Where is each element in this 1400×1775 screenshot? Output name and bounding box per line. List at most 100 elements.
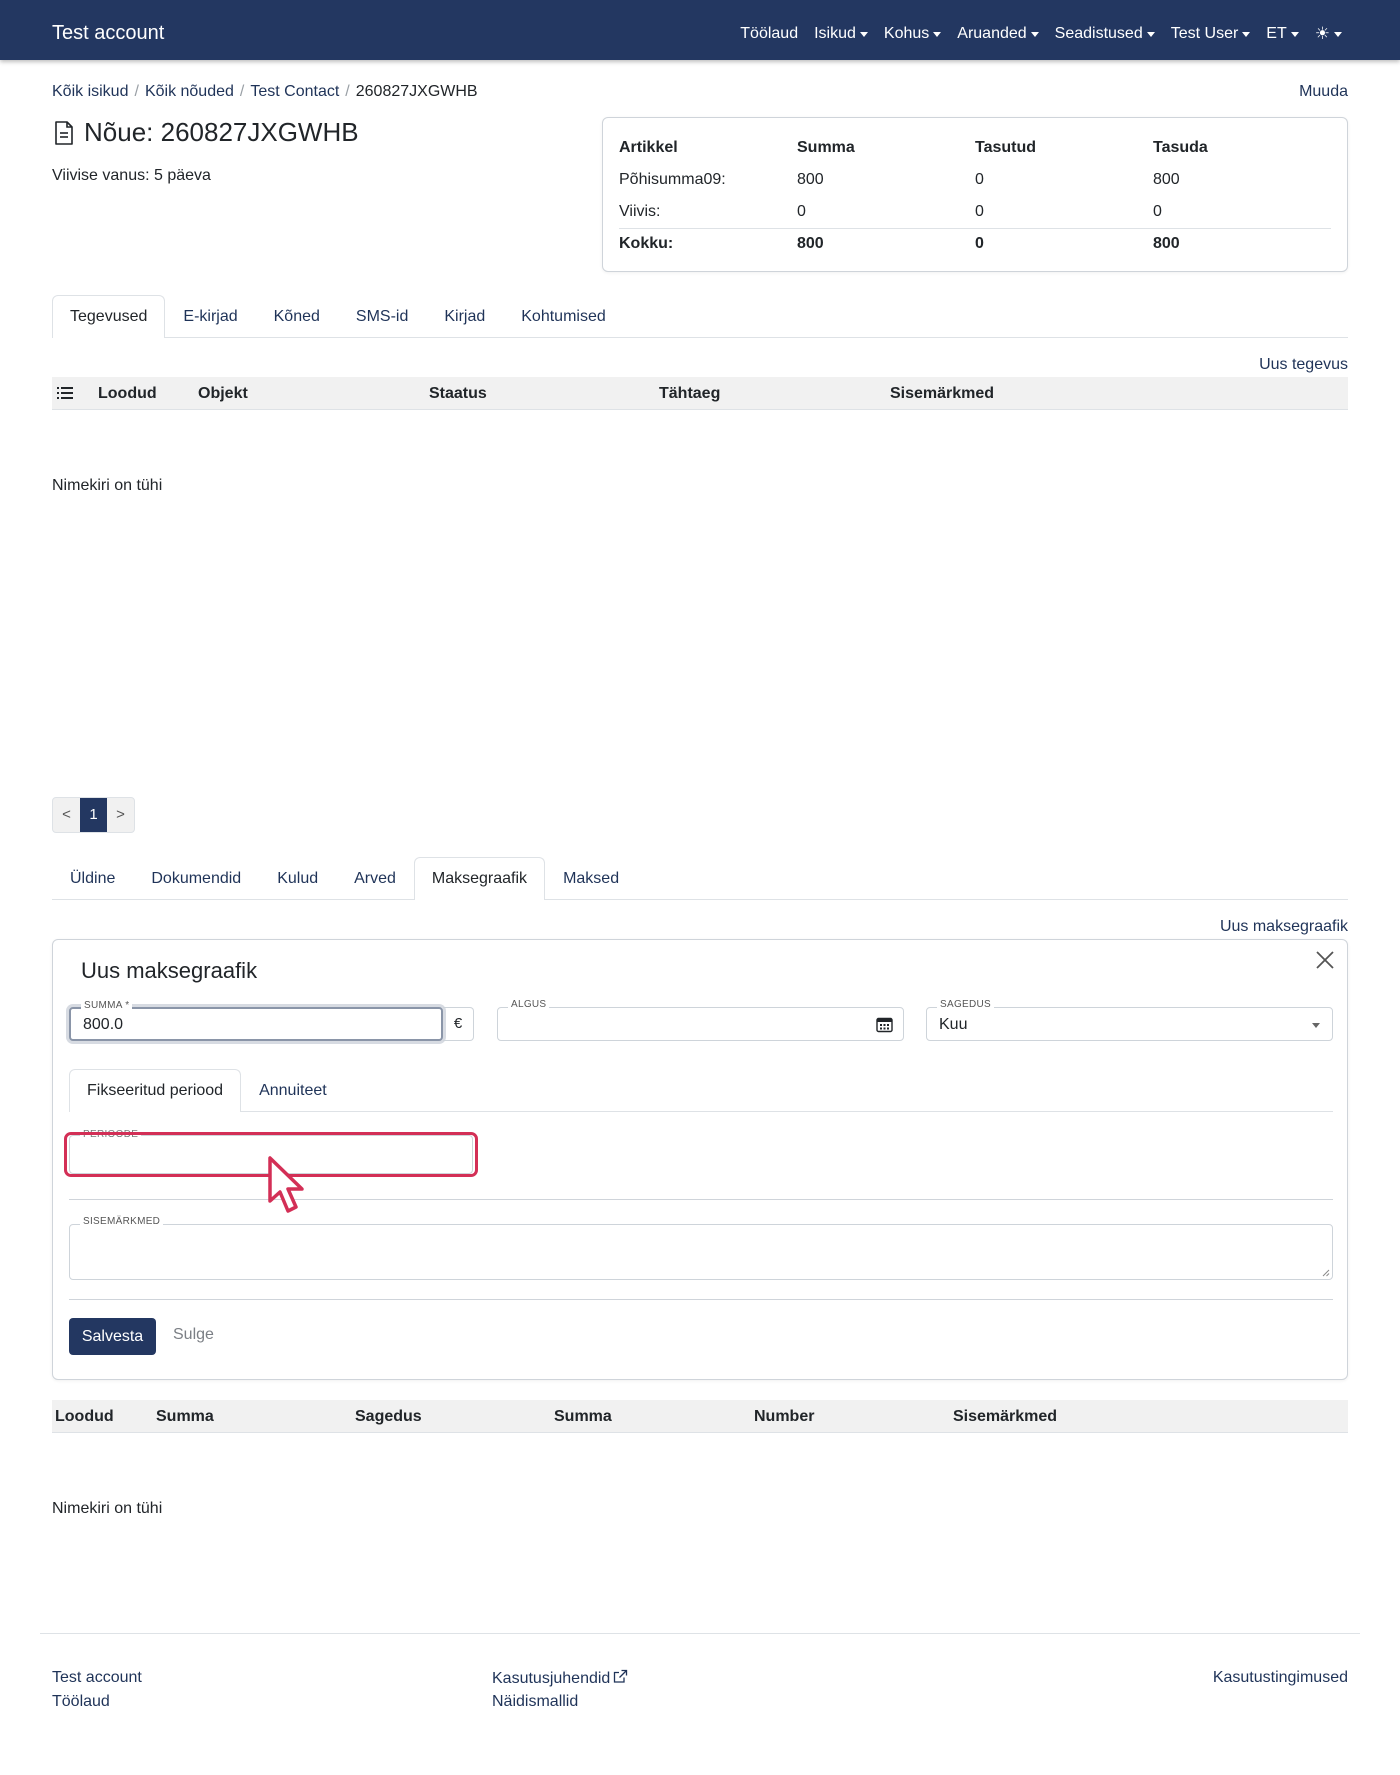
tab-uldine[interactable]: Üldine xyxy=(52,857,133,899)
tab-e-kirjad[interactable]: E-kirjad xyxy=(165,295,255,337)
tab-kirjad[interactable]: Kirjad xyxy=(426,295,503,337)
claim-summary-card: Artikkel Summa Tasutud Tasuda Põhisumma0… xyxy=(602,117,1348,272)
caret-down-icon xyxy=(1146,31,1155,37)
calendar-icon[interactable] xyxy=(876,1016,893,1033)
pagination-page[interactable]: 1 xyxy=(80,798,107,832)
summary-cell: 0 xyxy=(975,202,984,220)
tab-maksegraafik[interactable]: Maksegraafik xyxy=(413,857,546,900)
page-title: Nõue: 260827JXGWHB xyxy=(84,117,359,147)
activities-table-header: Loodud Objekt Staatus Tähtaeg Sisemärkme… xyxy=(52,377,1348,410)
sum-label: SUMMA * xyxy=(81,1000,133,1011)
nav-item-user[interactable]: Test User xyxy=(1171,25,1251,43)
column-header[interactable]: Sisemärkmed xyxy=(953,1408,1057,1426)
new-activity-link[interactable]: Uus tegevus xyxy=(1259,356,1348,374)
new-schedule-link[interactable]: Uus maksegraafik xyxy=(1220,918,1348,936)
footer-link-account[interactable]: Test account xyxy=(52,1669,142,1687)
column-header[interactable]: Summa xyxy=(554,1408,612,1426)
form-divider xyxy=(69,1299,1333,1300)
column-header[interactable]: Summa xyxy=(156,1408,214,1426)
notes-textarea[interactable]: SISEMÄRKMED xyxy=(69,1216,1333,1280)
nav-label: Aruanded xyxy=(957,25,1027,42)
summary-cell: 0 xyxy=(1153,202,1162,220)
brand-link[interactable]: Test account xyxy=(52,22,164,45)
summary-total-cell: Kokku: xyxy=(619,227,797,260)
column-header[interactable]: Loodud xyxy=(55,1408,114,1426)
activities-empty-message: Nimekiri on tühi xyxy=(52,477,163,494)
frequency-value: Kuu xyxy=(939,1016,968,1033)
summary-header: Summa xyxy=(797,139,855,156)
nav-item-theme[interactable]: ☀ xyxy=(1314,24,1342,43)
footer-link-dashboard[interactable]: Töölaud xyxy=(52,1693,110,1711)
caret-down-icon xyxy=(859,31,868,37)
edit-link[interactable]: Muuda xyxy=(1299,83,1348,101)
tab-sms[interactable]: SMS-id xyxy=(338,295,426,337)
column-header[interactable]: Staatus xyxy=(429,385,487,403)
nav-label: ET xyxy=(1266,25,1287,42)
footer-link-templates[interactable]: Näidismallid xyxy=(492,1693,578,1711)
summary-total-cell: 800 xyxy=(1153,227,1331,260)
nav-item-seadistused[interactable]: Seadistused xyxy=(1055,25,1155,43)
tab-fixed-period[interactable]: Fikseeritud periood xyxy=(69,1069,242,1112)
schedule-empty-message: Nimekiri on tühi xyxy=(52,1500,163,1517)
schedule-table-header: Loodud Summa Sagedus Summa Number Sisemä… xyxy=(52,1400,1348,1433)
summary-cell: 800 xyxy=(797,171,824,188)
form-title: Uus maksegraafik xyxy=(81,958,258,983)
close-button[interactable]: Sulge xyxy=(173,1326,214,1344)
footer-link-terms[interactable]: Kasutustingimused xyxy=(1213,1669,1348,1687)
list-toggle[interactable] xyxy=(57,386,73,405)
summary-total-row: Kokku: 800 0 800 xyxy=(619,227,1331,260)
nav-item-isikud[interactable]: Isikud xyxy=(814,25,868,43)
footer-link-manuals[interactable]: Kasutusjuhendid xyxy=(492,1669,628,1688)
summary-total-cell: 800 xyxy=(797,227,975,260)
breadcrumb-all-claims[interactable]: Kõik nõuded xyxy=(145,83,234,101)
resize-handle-icon[interactable] xyxy=(1322,1269,1330,1277)
tab-koned[interactable]: Kõned xyxy=(256,295,338,337)
tab-kohtumised[interactable]: Kohtumised xyxy=(503,295,624,337)
tab-tegevused[interactable]: Tegevused xyxy=(52,295,166,338)
sum-value: 800.0 xyxy=(83,1016,124,1033)
breadcrumb-all-contacts[interactable]: Kõik isikud xyxy=(52,83,128,101)
page-title-row: Nõue: 260827JXGWHB xyxy=(52,117,359,148)
summary-cell: Viivis: xyxy=(619,202,661,220)
sum-input[interactable]: SUMMA * 800.0 xyxy=(69,1000,443,1041)
save-button[interactable]: Salvesta xyxy=(69,1318,156,1355)
column-header[interactable]: Loodud xyxy=(98,385,157,403)
tab-dokumendid[interactable]: Dokumendid xyxy=(133,857,259,899)
tab-arved[interactable]: Arved xyxy=(336,857,414,899)
tab-maksed[interactable]: Maksed xyxy=(545,857,637,899)
penalty-age: Viivise vanus: 5 päeva xyxy=(52,167,211,184)
external-link-icon xyxy=(614,1669,628,1683)
sun-icon: ☀ xyxy=(1314,24,1330,43)
column-header[interactable]: Sagedus xyxy=(355,1408,422,1426)
pagination-prev[interactable]: < xyxy=(53,798,80,832)
breadcrumb-contact[interactable]: Test Contact xyxy=(250,83,339,101)
column-header[interactable]: Sisemärkmed xyxy=(890,385,994,403)
tab-annuity[interactable]: Annuiteet xyxy=(241,1069,345,1111)
document-icon xyxy=(55,120,73,145)
frequency-select[interactable]: SAGEDUS Kuu xyxy=(926,999,1333,1041)
summary-header: Tasutud xyxy=(975,139,1037,156)
caret-down-icon xyxy=(933,31,942,37)
nav-menu: Töölaud Isikud Kohus Aruanded Seadistuse… xyxy=(724,25,1342,43)
column-header[interactable]: Tähtaeg xyxy=(659,385,720,403)
summary-row: Põhisumma09: 800 0 800 xyxy=(619,164,1331,196)
start-date-input[interactable]: ALGUS xyxy=(497,999,904,1041)
breadcrumb-separator: / xyxy=(345,83,350,100)
summary-cell: 0 xyxy=(975,171,984,188)
column-header[interactable]: Number xyxy=(754,1408,814,1426)
summary-total-cell: 0 xyxy=(975,227,1153,260)
column-header[interactable]: Objekt xyxy=(198,385,248,403)
pagination-next[interactable]: > xyxy=(107,798,134,832)
tab-kulud[interactable]: Kulud xyxy=(259,857,336,899)
claim-summary-table: Artikkel Summa Tasutud Tasuda Põhisumma0… xyxy=(619,132,1331,260)
close-icon[interactable] xyxy=(1315,950,1335,970)
summary-cell: Põhisumma09: xyxy=(619,171,726,188)
pagination: < 1 > xyxy=(52,797,135,833)
nav-item-language[interactable]: ET xyxy=(1266,25,1299,43)
nav-item-toolaud[interactable]: Töölaud xyxy=(740,25,798,43)
frequency-label: SAGEDUS xyxy=(937,999,995,1010)
nav-item-aruanded[interactable]: Aruanded xyxy=(957,25,1039,43)
activity-tabs: Tegevused E-kirjad Kõned SMS-id Kirjad K… xyxy=(52,295,1348,338)
notes-label: SISEMÄRKMED xyxy=(80,1216,164,1227)
nav-item-kohus[interactable]: Kohus xyxy=(884,25,942,43)
